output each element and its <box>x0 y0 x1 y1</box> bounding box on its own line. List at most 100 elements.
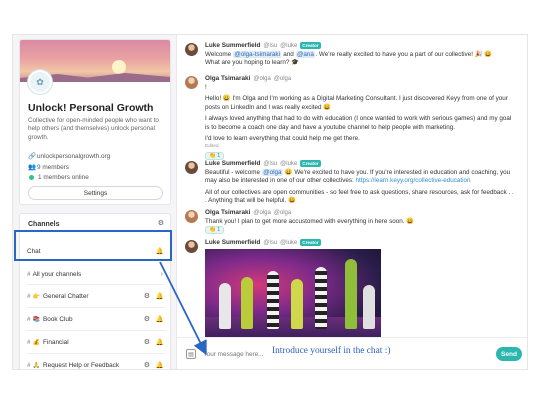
bell-icon[interactable]: 🔔 <box>156 361 164 369</box>
channel-label: Financial <box>43 338 69 346</box>
author-role: @luke <box>280 239 298 246</box>
divider <box>26 307 166 308</box>
pointing-hand-icon: 👉 <box>32 293 41 300</box>
books-icon: 📚 <box>32 316 41 323</box>
community-logo: ✿ <box>28 70 52 94</box>
gear-icon[interactable]: ⚙ <box>144 338 150 346</box>
author-role: @luke <box>280 160 298 167</box>
hash-icon: # <box>27 292 31 300</box>
channel-label: Request Help or Feedback <box>43 361 120 369</box>
author-name[interactable]: Luke Summerfield <box>205 160 260 167</box>
online-count: 1 members online <box>38 174 89 181</box>
channel-general-chatter[interactable]: # 👉 General Chatter ⚙ 🔔 <box>20 287 170 305</box>
gear-icon[interactable]: ⚙ <box>144 315 150 323</box>
bell-icon[interactable]: 🔔 <box>156 338 164 346</box>
community-card: ✿ Unlock! Personal Growth Collective for… <box>19 39 171 205</box>
channel-all[interactable]: # All your channels › <box>20 265 170 283</box>
dancer-figure <box>363 285 375 329</box>
dancer-figure <box>291 279 303 329</box>
send-button[interactable]: Send <box>496 347 522 361</box>
chat-message: Olga Tsimaraki @olga @olga ! Hello! 😀 I'… <box>185 75 521 160</box>
channel-request-help[interactable]: # 🙏 Request Help or Feedback ⚙ 🔔 <box>20 356 170 370</box>
chevron-right-icon: › <box>160 270 163 278</box>
members-count: 9 members <box>37 163 69 171</box>
divider <box>26 284 166 285</box>
channels-settings-icon[interactable]: ⚙ <box>158 219 164 227</box>
praying-hands-icon: 🙏 <box>32 362 41 369</box>
gear-icon[interactable]: ⚙ <box>144 292 150 300</box>
avatar[interactable] <box>185 161 198 174</box>
message-text: ! <box>205 84 207 91</box>
message-text: Welcome <box>205 51 232 58</box>
clap-reaction[interactable]: 👏 1 <box>205 151 225 160</box>
message-body: Beautiful - welcome @olga 😀 We're excite… <box>205 169 517 206</box>
message-header: Olga Tsimaraki @olga @olga <box>205 209 294 216</box>
collective-link[interactable]: https://learn.keyy.org/collective-educat… <box>356 177 471 184</box>
hash-icon: # <box>27 361 31 369</box>
hash-icon: # <box>27 315 31 323</box>
author-name[interactable]: Olga Tsimaraki <box>205 209 250 216</box>
community-url[interactable]: unlockpersonalgrowth.org <box>37 153 110 160</box>
members-row: 👥 9 members <box>28 163 69 172</box>
message-body: Welcome @olga-tsimaraki and @ana. We're … <box>205 51 517 68</box>
bell-icon[interactable]: 🔔 <box>156 315 164 323</box>
avatar[interactable] <box>185 43 198 56</box>
creator-badge: Creator <box>300 160 321 167</box>
hash-icon: # <box>27 338 31 346</box>
channel-label: All your channels <box>32 270 82 278</box>
author-name[interactable]: Olga Tsimaraki <box>205 75 250 82</box>
annotation-text: Introduce yourself in the chat :) <box>272 346 391 356</box>
author-handle: @lsu <box>263 160 278 167</box>
creator-badge: Creator <box>300 42 321 49</box>
chat-message: Luke Summerfield @lsu @luke Creator Welc… <box>185 42 521 72</box>
channel-label: Book Club <box>43 315 73 323</box>
dance-gif-image[interactable] <box>205 249 381 339</box>
message-header: Luke Summerfield @lsu @luke Creator <box>205 42 321 49</box>
message-body: Thank you! I plan to get more accustomed… <box>205 218 517 235</box>
app-window: ✿ Unlock! Personal Growth Collective for… <box>12 34 528 370</box>
sidebar: ✿ Unlock! Personal Growth Collective for… <box>13 35 177 370</box>
community-url-row[interactable]: 🔗 unlockpersonalgrowth.org <box>28 152 110 161</box>
link-icon: 🔗 <box>28 153 37 160</box>
settings-button[interactable]: Settings <box>28 186 163 200</box>
channel-financial[interactable]: # 💰 Financial ⚙ 🔔 <box>20 333 170 351</box>
mention[interactable]: @ana <box>295 51 316 58</box>
chat-message: Olga Tsimaraki @olga @olga Thank you! I … <box>185 209 521 237</box>
author-handle: @olga <box>253 75 271 82</box>
message-text: I always loved anything that had to do w… <box>205 115 512 131</box>
divider <box>26 330 166 331</box>
avatar[interactable] <box>185 210 198 223</box>
channel-book-club[interactable]: # 📚 Book Club ⚙ 🔔 <box>20 310 170 328</box>
zebra-figure <box>267 271 279 329</box>
author-name[interactable]: Luke Summerfield <box>205 239 260 246</box>
clap-reaction[interactable]: 👏 1 <box>205 226 225 235</box>
chat-message: Luke Summerfield @lsu @luke Creator Beau… <box>185 160 521 208</box>
online-dot-icon <box>29 175 34 180</box>
gear-icon[interactable]: ⚙ <box>144 361 150 369</box>
zebra-figure <box>315 267 327 329</box>
creator-badge: Creator <box>300 239 321 246</box>
message-text: and <box>283 51 294 58</box>
message-text: All of our collectives are open communit… <box>205 188 514 205</box>
avatar[interactable] <box>185 76 198 89</box>
avatar[interactable] <box>185 240 198 253</box>
bell-icon[interactable]: 🔔 <box>156 292 164 300</box>
message-header: Luke Summerfield @lsu @luke Creator <box>205 160 321 167</box>
author-handle: @lsu <box>263 42 278 49</box>
attachment-icon[interactable]: ▤ <box>186 349 196 359</box>
message-text: Beautiful - welcome <box>205 169 260 176</box>
message-text: What are you hoping to learn? 🎓 <box>205 59 299 67</box>
chat-area: Luke Summerfield @lsu @luke Creator Welc… <box>177 35 527 369</box>
mention[interactable]: @olga <box>261 169 284 176</box>
author-handle: @lsu <box>263 239 278 246</box>
message-header: Olga Tsimaraki @olga @olga <box>205 75 294 82</box>
dancer-figure <box>345 259 357 329</box>
author-name[interactable]: Luke Summerfield <box>205 42 260 49</box>
message-text: . We're really excited to have you a par… <box>315 51 493 58</box>
divider <box>26 353 166 354</box>
edited-label: Edited <box>205 144 219 150</box>
community-description: Collective for open-minded people who wa… <box>28 117 159 141</box>
message-text: I'd love to learn everything that could … <box>205 135 360 143</box>
mention[interactable]: @olga-tsimaraki <box>232 51 282 58</box>
author-role: @olga <box>273 209 292 216</box>
